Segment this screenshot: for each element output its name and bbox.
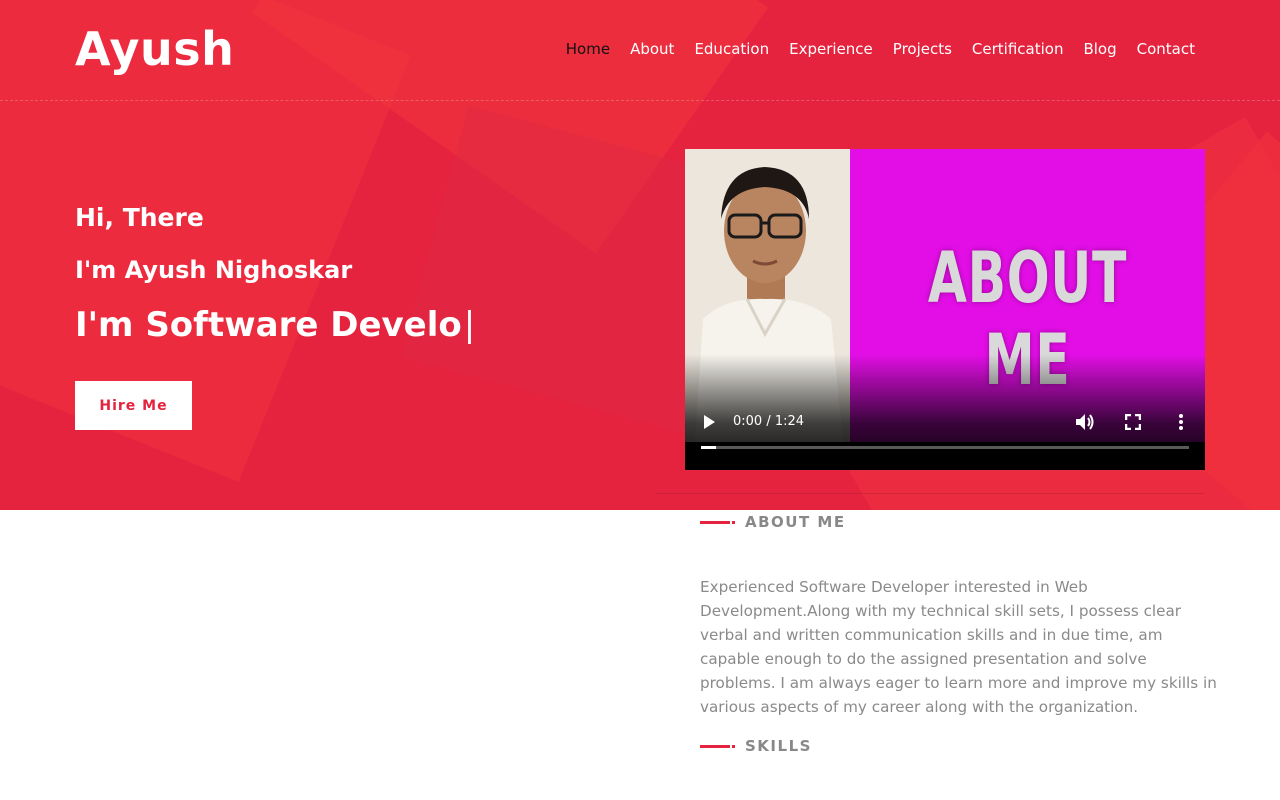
nav-item-contact[interactable]: Contact: [1137, 40, 1195, 58]
hero-typing-text: I'm Software Develo|: [75, 305, 475, 345]
nav-item-certification[interactable]: Certification: [972, 40, 1064, 58]
nav-item-education[interactable]: Education: [694, 40, 769, 58]
nav-item-projects[interactable]: Projects: [893, 40, 952, 58]
hero-section: Ayush Home About Education Experience Pr…: [0, 0, 1280, 510]
about-heading: ABOUT ME: [700, 513, 846, 531]
typing-text: I'm Software Develo: [75, 305, 462, 345]
nav-item-home[interactable]: Home: [566, 40, 610, 58]
hero-greeting: Hi, There: [75, 203, 204, 232]
play-icon[interactable]: [699, 412, 719, 432]
about-heading-text: ABOUT ME: [745, 513, 846, 531]
brand-logo[interactable]: Ayush: [75, 22, 234, 76]
nav-menu: Home About Education Experience Projects…: [566, 40, 1195, 58]
nav-item-blog[interactable]: Blog: [1083, 40, 1116, 58]
video-progress-fill: [701, 446, 716, 449]
heading-accent-dot: [732, 744, 735, 748]
skills-heading-text: SKILLS: [745, 737, 812, 755]
fullscreen-icon[interactable]: [1122, 412, 1144, 432]
skills-heading: SKILLS: [700, 737, 812, 755]
navbar: Ayush Home About Education Experience Pr…: [0, 0, 1280, 101]
heading-accent-bar: [700, 744, 730, 748]
typing-caret: |: [463, 305, 476, 345]
volume-icon[interactable]: [1074, 412, 1096, 432]
hero-name: I'm Ayush Nighoskar: [75, 256, 353, 284]
heading-accent-bar: [700, 520, 730, 524]
video-time: 0:00 / 1:24: [733, 414, 805, 429]
video-controls: 0:00 / 1:24: [685, 407, 1205, 437]
nav-item-about[interactable]: About: [630, 40, 674, 58]
about-description: Experienced Software Developer intereste…: [700, 578, 1217, 716]
about-video-player[interactable]: ABOUT ME 0:00 / 1:24: [685, 149, 1205, 470]
heading-accent-dot: [732, 520, 735, 524]
more-options-icon[interactable]: [1170, 412, 1192, 432]
section-divider: [655, 493, 1205, 494]
hire-me-button[interactable]: Hire Me: [75, 381, 192, 430]
nav-item-experience[interactable]: Experience: [789, 40, 873, 58]
video-progress-bar[interactable]: [701, 446, 1189, 449]
